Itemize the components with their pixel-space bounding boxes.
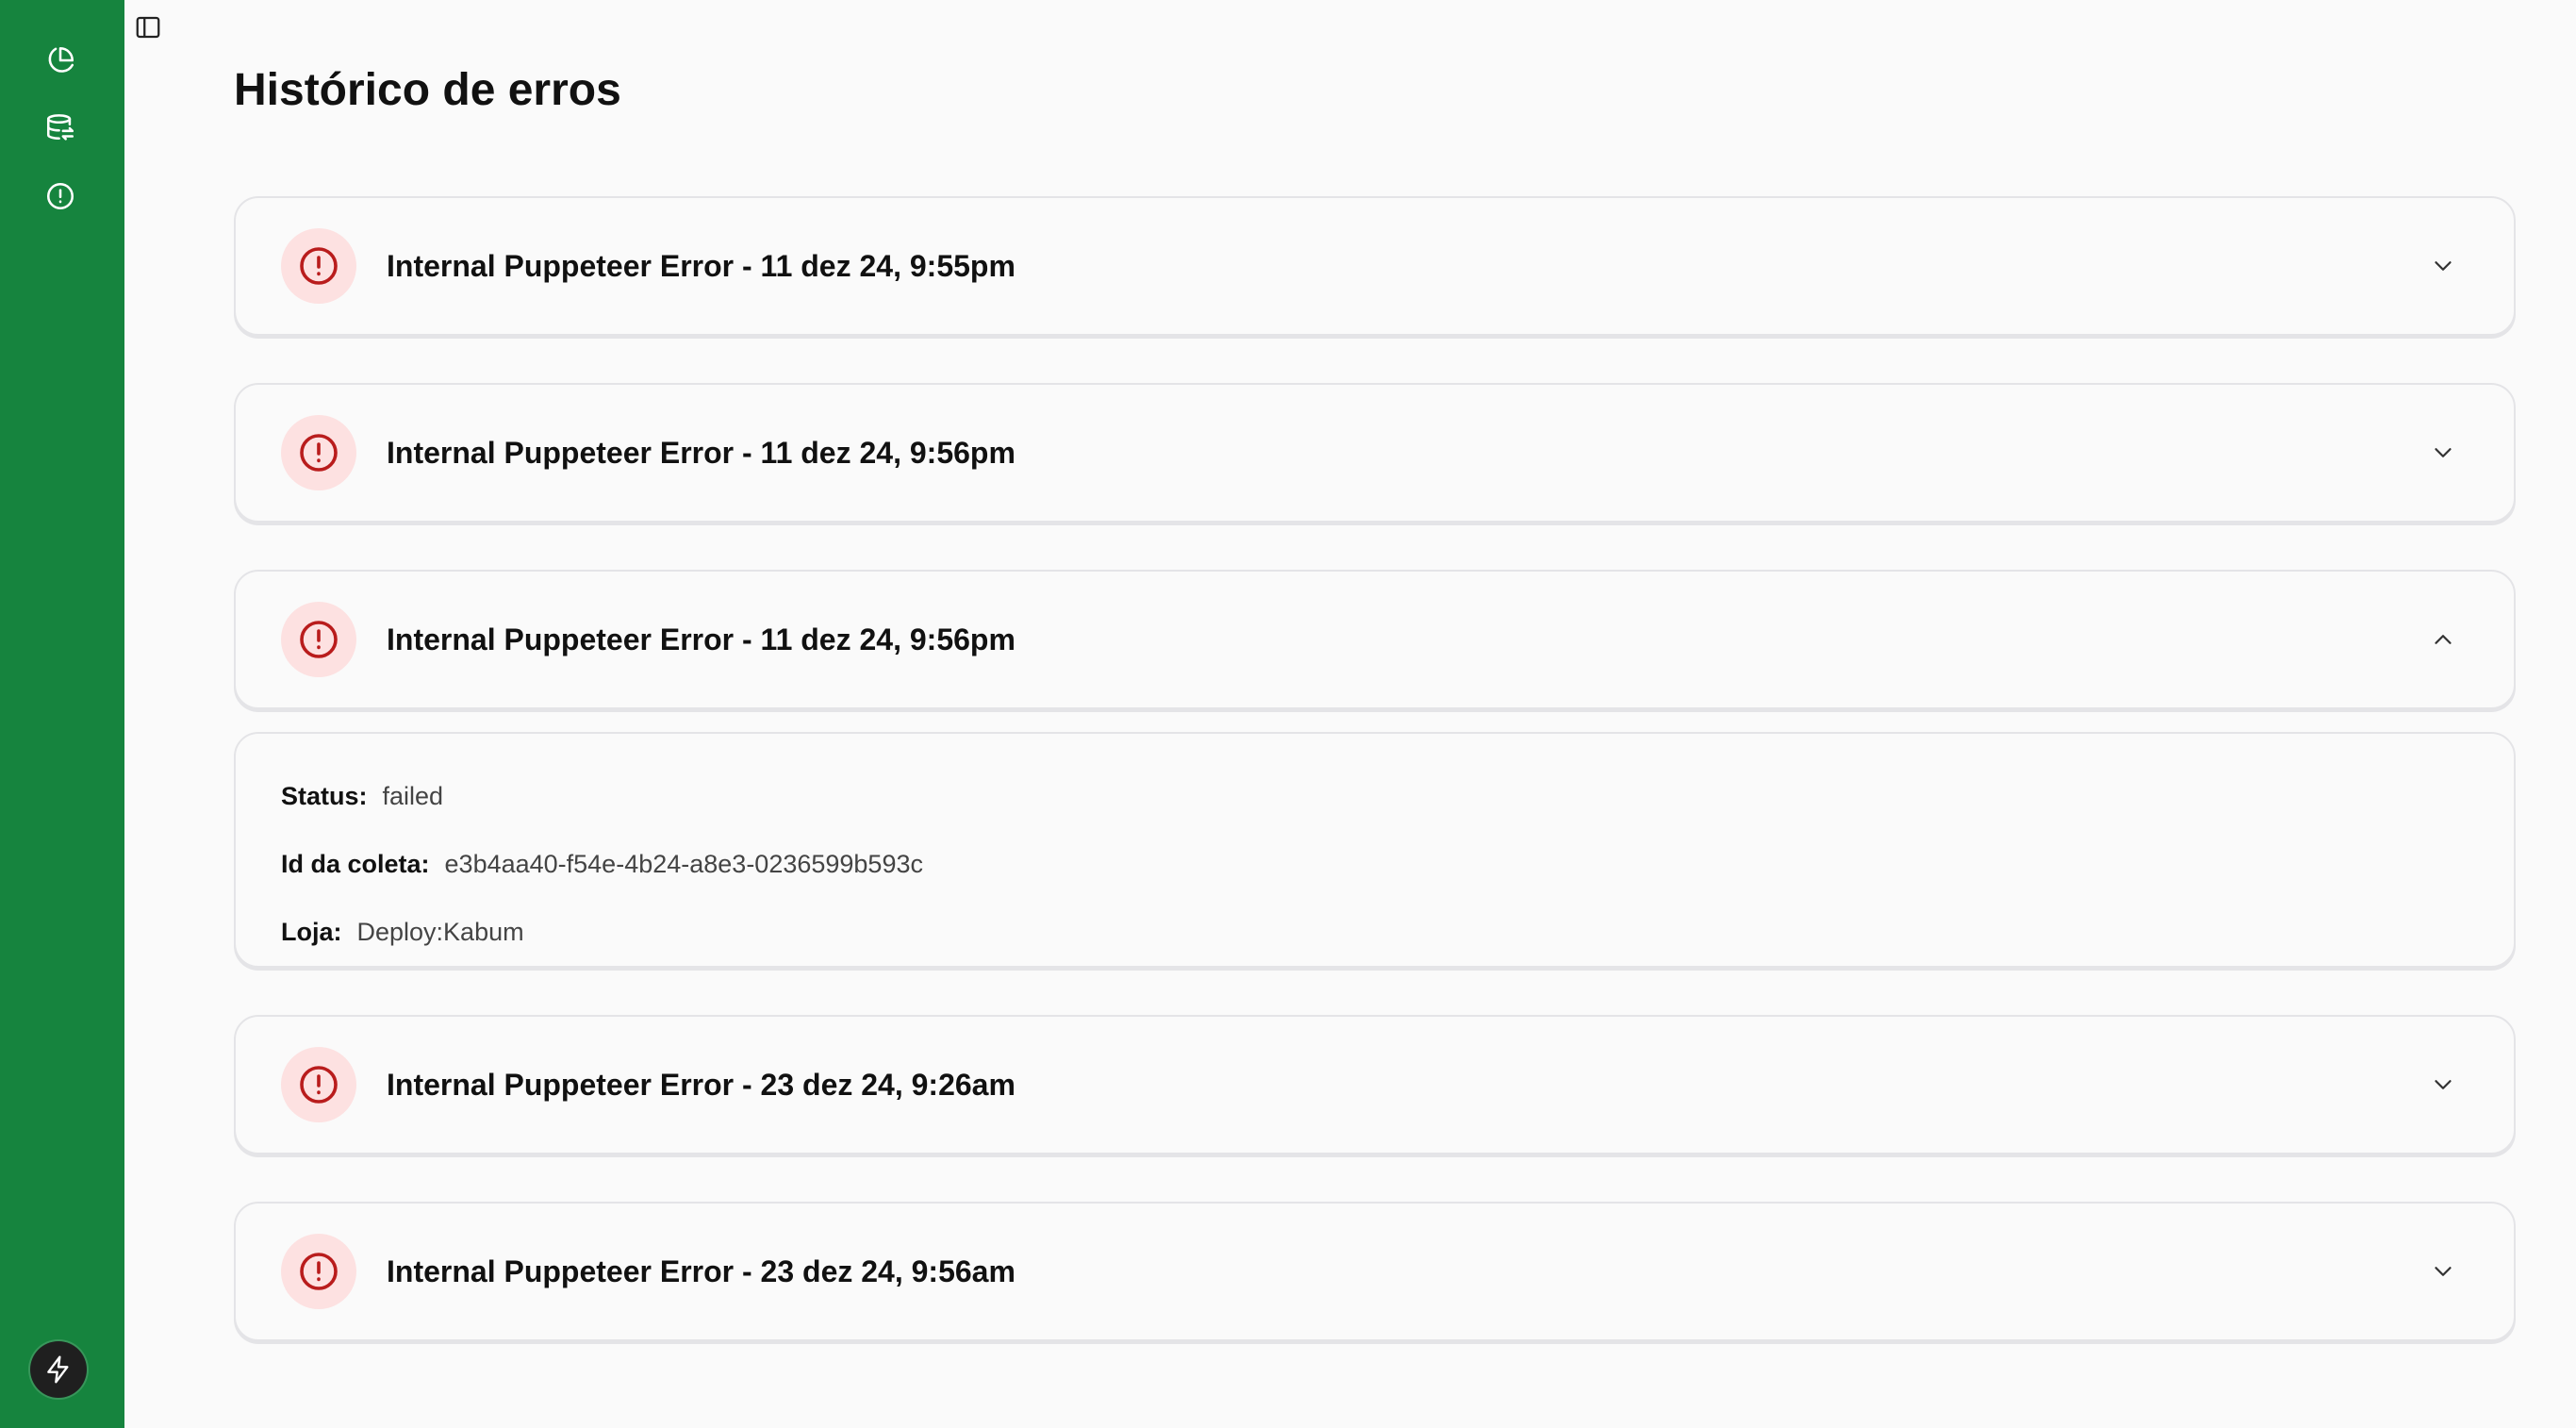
- detail-value: Deploy:Kabum: [356, 917, 524, 946]
- alert-circle-icon: [300, 434, 338, 472]
- sidebar-toggle-button[interactable]: [132, 11, 164, 43]
- error-title: Internal Puppeteer Error - 11 dez 24, 9:…: [387, 248, 1016, 283]
- error-title: Internal Puppeteer Error - 11 dez 24, 9:…: [387, 622, 1016, 656]
- detail-status: Status: failed: [281, 762, 2469, 830]
- page-title: Histórico de erros: [234, 65, 621, 115]
- error-accordion-header[interactable]: Internal Puppeteer Error - 23 dez 24, 9:…: [234, 1202, 2516, 1341]
- error-details-panel: Status: failed Id da coleta: e3b4aa40-f5…: [234, 732, 2516, 968]
- error-badge: [281, 1234, 356, 1309]
- zap-icon: [47, 1355, 69, 1384]
- chevron-down-icon[interactable]: [2429, 1071, 2457, 1099]
- error-accordion-header[interactable]: Internal Puppeteer Error - 11 dez 24, 9:…: [234, 570, 2516, 709]
- sidebar: [0, 0, 124, 1428]
- alert-circle-icon: [46, 182, 74, 210]
- sidebar-item-dashboard[interactable]: [41, 42, 79, 79]
- error-list: Internal Puppeteer Error - 11 dez 24, 9:…: [234, 196, 2516, 1388]
- error-item: Internal Puppeteer Error - 23 dez 24, 9:…: [234, 1015, 2516, 1154]
- error-title: Internal Puppeteer Error - 11 dez 24, 9:…: [387, 435, 1016, 470]
- alert-circle-icon: [300, 621, 338, 658]
- error-accordion-header[interactable]: Internal Puppeteer Error - 23 dez 24, 9:…: [234, 1015, 2516, 1154]
- zap-button[interactable]: [30, 1341, 87, 1398]
- alert-circle-icon: [300, 1253, 338, 1290]
- detail-label: Id da coleta:: [281, 849, 430, 878]
- error-badge: [281, 602, 356, 677]
- error-title: Internal Puppeteer Error - 23 dez 24, 9:…: [387, 1067, 1016, 1102]
- error-item: Internal Puppeteer Error - 11 dez 24, 9:…: [234, 196, 2516, 336]
- detail-value: failed: [382, 781, 444, 810]
- sidebar-item-errors[interactable]: [41, 177, 79, 215]
- pie-chart-icon: [48, 46, 74, 73]
- error-item: Internal Puppeteer Error - 23 dez 24, 9:…: [234, 1202, 2516, 1341]
- alert-circle-icon: [300, 1066, 338, 1104]
- detail-collection-id: Id da coleta: e3b4aa40-f54e-4b24-a8e3-02…: [281, 830, 2469, 898]
- alert-circle-icon: [300, 247, 338, 285]
- error-title: Internal Puppeteer Error - 23 dez 24, 9:…: [387, 1254, 1016, 1288]
- sidebar-item-collections[interactable]: [41, 109, 79, 147]
- error-badge: [281, 228, 356, 304]
- chevron-up-icon[interactable]: [2429, 625, 2457, 654]
- detail-value: e3b4aa40-f54e-4b24-a8e3-0236599b593c: [444, 849, 923, 878]
- database-sync-icon: [46, 114, 74, 141]
- detail-store: Loja: Deploy:Kabum: [281, 898, 2469, 966]
- error-item-expanded: Internal Puppeteer Error - 11 dez 24, 9:…: [234, 570, 2516, 968]
- error-badge: [281, 415, 356, 490]
- error-badge: [281, 1047, 356, 1122]
- chevron-down-icon[interactable]: [2429, 439, 2457, 467]
- detail-label: Loja:: [281, 917, 342, 946]
- chevron-down-icon[interactable]: [2429, 252, 2457, 280]
- app-root: Histórico de erros Internal Puppeteer Er…: [0, 0, 2576, 1428]
- error-accordion-header[interactable]: Internal Puppeteer Error - 11 dez 24, 9:…: [234, 196, 2516, 336]
- error-accordion-header[interactable]: Internal Puppeteer Error - 11 dez 24, 9:…: [234, 383, 2516, 523]
- chevron-down-icon[interactable]: [2429, 1257, 2457, 1286]
- sidebar-toggle-icon: [136, 16, 160, 39]
- error-item: Internal Puppeteer Error - 11 dez 24, 9:…: [234, 383, 2516, 523]
- detail-label: Status:: [281, 781, 368, 810]
